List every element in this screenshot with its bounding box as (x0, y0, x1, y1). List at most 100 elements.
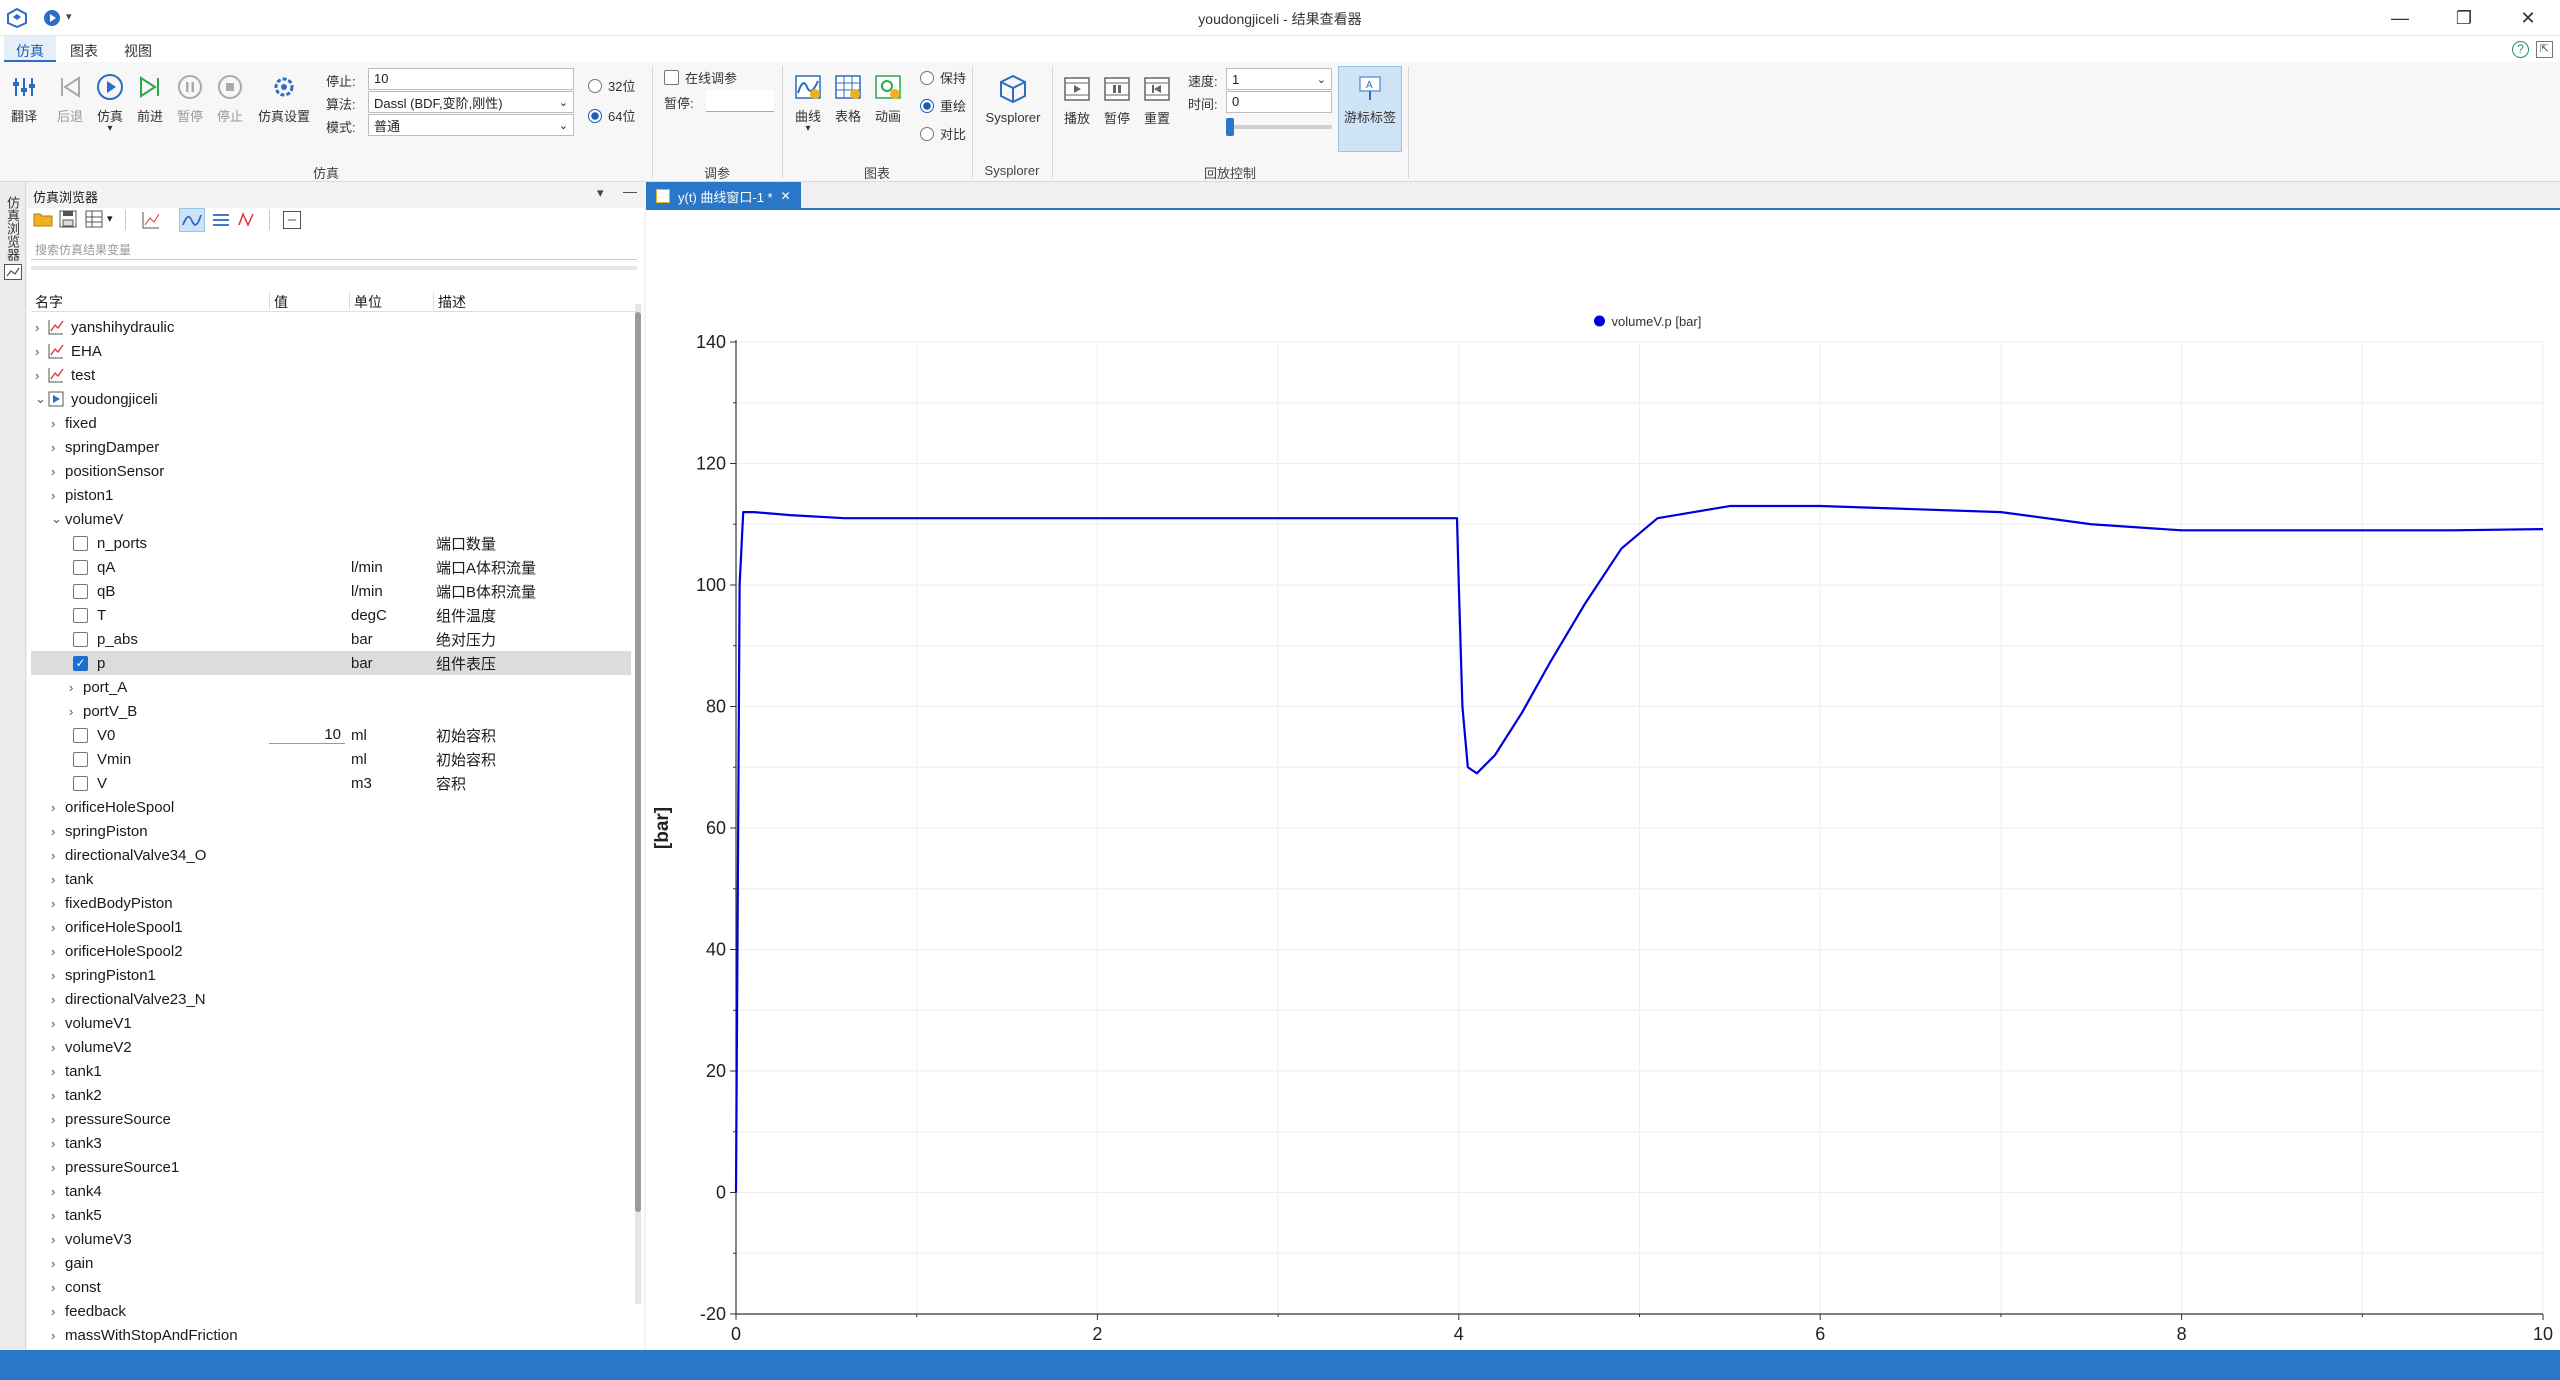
tree-row-T[interactable]: TdegC 组件温度 (31, 603, 631, 627)
col-unit[interactable]: 单位 (349, 292, 382, 310)
chevron-down-icon[interactable]: ⌄ (51, 511, 62, 527)
chevron-right-icon[interactable]: › (51, 416, 55, 431)
tree-row-tank5[interactable]: › tank5 (31, 1203, 631, 1227)
grid-view-icon[interactable] (85, 210, 107, 232)
chevron-right-icon[interactable]: › (51, 1256, 55, 1271)
ribbon-collapse-icon[interactable]: ⇱ (2536, 41, 2553, 58)
tree-row-positionSensor[interactable]: › positionSensor (31, 459, 631, 483)
tab-chart[interactable]: 图表 (58, 36, 110, 62)
plot-canvas[interactable]: -200204060801001201400 2 4 6 8 10[bar]volumeV… (646, 212, 2560, 1350)
pause-button[interactable]: 暂停 (172, 72, 208, 125)
playback-reset-button[interactable]: 重置 (1138, 74, 1176, 127)
tree-row-EHA[interactable]: › EHA (31, 339, 631, 363)
chevron-right-icon[interactable]: › (51, 1328, 55, 1343)
sim-settings-button[interactable]: 仿真设置 (256, 72, 312, 125)
mode-select[interactable]: 普通 ⌄ (368, 114, 574, 136)
radio-keep[interactable]: 保持 (920, 68, 966, 87)
curve-dropdown-icon[interactable]: ▾ (805, 124, 810, 134)
stop-time-input[interactable]: 10 (368, 68, 574, 90)
panel-menu-icon[interactable]: ▾ (597, 185, 604, 201)
tree-row-springDamper[interactable]: › springDamper (31, 435, 631, 459)
tree-row-tank2[interactable]: › tank2 (31, 1083, 631, 1107)
tree-row-gain[interactable]: › gain (31, 1251, 631, 1275)
tune-pause-input[interactable] (706, 90, 774, 112)
side-chart-icon[interactable] (4, 264, 22, 280)
variable-checkbox[interactable] (73, 583, 88, 599)
tab-view[interactable]: 视图 (112, 36, 164, 62)
tree-row-pressureSource[interactable]: › pressureSource (31, 1107, 631, 1131)
radio-compare[interactable]: 对比 (920, 124, 966, 143)
tree-row-springPiston[interactable]: › springPiston (31, 819, 631, 843)
chevron-right-icon[interactable]: › (35, 320, 39, 335)
chevron-right-icon[interactable]: › (51, 1304, 55, 1319)
chevron-right-icon[interactable]: › (51, 872, 55, 887)
tree-row-qA[interactable]: qA l/min 端口A体积流量 (31, 555, 631, 579)
tree-row-p_abs[interactable]: p_abs bar 绝对压力 (31, 627, 631, 651)
curve-button[interactable]: 曲线 ▾ (788, 72, 828, 134)
chevron-right-icon[interactable]: › (51, 1280, 55, 1295)
variable-checkbox[interactable] (73, 775, 88, 791)
open-folder-icon[interactable] (33, 210, 55, 232)
chevron-right-icon[interactable]: › (51, 1040, 55, 1055)
radio-32bit[interactable]: 32位 (588, 76, 635, 95)
close-icon[interactable]: ✕ (2508, 4, 2548, 32)
translate-button[interactable]: 翻译 (6, 72, 42, 125)
tree-row-const[interactable]: › const (31, 1275, 631, 1299)
chevron-right-icon[interactable]: › (51, 440, 55, 455)
chevron-right-icon[interactable]: › (51, 920, 55, 935)
chevron-right-icon[interactable]: › (51, 1016, 55, 1031)
chevron-right-icon[interactable]: › (51, 1136, 55, 1151)
variable-checkbox[interactable] (73, 727, 88, 743)
chevron-right-icon[interactable]: › (51, 1088, 55, 1103)
tree-row-orificeHoleSpool1[interactable]: › orificeHoleSpool1 (31, 915, 631, 939)
tree-row-fixed[interactable]: › fixed (31, 411, 631, 435)
tree-row-test[interactable]: › test (31, 363, 631, 387)
tree-row-volumeV1[interactable]: › volumeV1 (31, 1011, 631, 1035)
tree-row-volumeV3[interactable]: › volumeV3 (31, 1227, 631, 1251)
panel-minimize-icon[interactable]: — (623, 183, 637, 199)
chevron-right-icon[interactable]: › (51, 968, 55, 983)
tree-row-portV_B[interactable]: › portV_B (31, 699, 631, 723)
scrollbar-thumb[interactable] (635, 312, 641, 1212)
tree-row-volumeV[interactable]: ⌄ volumeV (31, 507, 631, 531)
tree-row-qB[interactable]: qB l/min 端口B体积流量 (31, 579, 631, 603)
variable-value-input[interactable]: 10 (269, 726, 345, 744)
variable-checkbox[interactable] (73, 535, 88, 551)
chevron-right-icon[interactable]: › (69, 704, 73, 719)
time-slider-thumb[interactable] (1226, 118, 1234, 136)
tree-row-fixedBodyPiston[interactable]: › fixedBodyPiston (31, 891, 631, 915)
variable-checkbox[interactable] (73, 607, 88, 623)
stop-button[interactable]: 停止 (212, 72, 248, 125)
radio-redraw[interactable]: 重绘 (920, 96, 966, 115)
cursor-label-button[interactable]: A 游标标签 (1338, 66, 1402, 152)
simulate-button[interactable]: 仿真 ▾ (92, 72, 128, 134)
grid-view-dropdown-icon[interactable]: ▾ (107, 212, 113, 225)
tab-curve-window[interactable]: y(t) 曲线窗口-1 * ✕ (646, 182, 801, 210)
help-icon[interactable]: ? (2512, 41, 2529, 58)
chevron-right-icon[interactable]: › (51, 848, 55, 863)
restore-icon[interactable]: ❐ (2444, 4, 2484, 32)
back-button[interactable]: 后退 (52, 72, 88, 125)
wave-icon[interactable] (237, 210, 259, 232)
chevron-right-icon[interactable]: › (51, 824, 55, 839)
collapse-all-icon[interactable] (283, 211, 301, 229)
tree-row-V[interactable]: Vm3 容积 (31, 771, 631, 795)
tree-row-pressureSource1[interactable]: › pressureSource1 (31, 1155, 631, 1179)
chevron-right-icon[interactable]: › (51, 1208, 55, 1223)
side-tab-sim-browser[interactable]: 仿真浏览器 (4, 196, 22, 261)
simulate-dropdown-icon[interactable]: ▾ (107, 124, 112, 134)
variable-checkbox[interactable] (73, 559, 88, 575)
tree-row-V0[interactable]: V0 10 ml 初始容积 (31, 723, 631, 747)
tree-row-orificeHoleSpool2[interactable]: › orificeHoleSpool2 (31, 939, 631, 963)
tree-row-tank1[interactable]: › tank1 (31, 1059, 631, 1083)
variable-checkbox[interactable] (73, 751, 88, 767)
tab-simulation[interactable]: 仿真 (4, 36, 56, 62)
chevron-right-icon[interactable]: › (51, 1160, 55, 1175)
col-value[interactable]: 值 (269, 292, 288, 310)
chevron-right-icon[interactable]: › (51, 896, 55, 911)
sysplorer-button[interactable]: Sysplorer (980, 72, 1046, 125)
tree-row-volumeV2[interactable]: › volumeV2 (31, 1035, 631, 1059)
tree-row-Vmin[interactable]: Vmin ml 初始容积 (31, 747, 631, 771)
speed-select[interactable]: 1 ⌄ (1226, 68, 1332, 90)
chevron-right-icon[interactable]: › (51, 488, 55, 503)
